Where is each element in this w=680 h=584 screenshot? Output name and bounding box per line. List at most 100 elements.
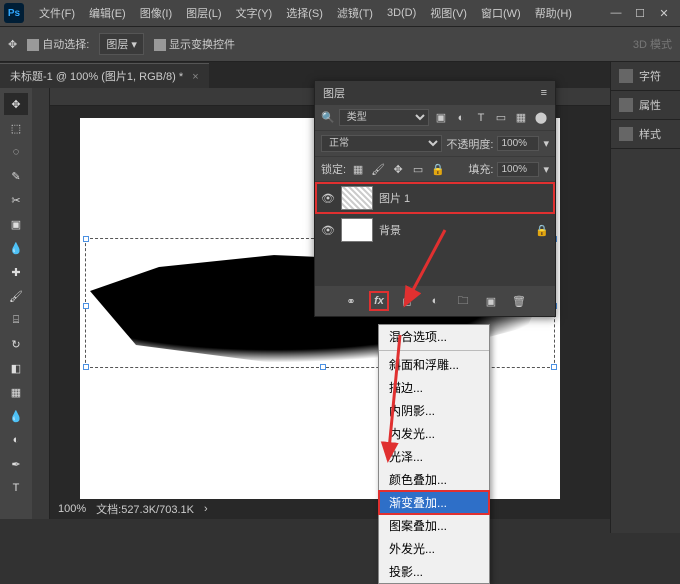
pen-tool[interactable]: ✒: [4, 453, 28, 475]
blur-tool[interactable]: 💧: [4, 405, 28, 427]
lock-pixels-icon[interactable]: 🖌: [370, 161, 386, 177]
quick-select-tool[interactable]: ✎: [4, 165, 28, 187]
fx-menu-item[interactable]: 颜色叠加...: [379, 468, 489, 491]
menu-select[interactable]: 选择(S): [279, 5, 330, 21]
layer-thumbnail[interactable]: [341, 218, 373, 242]
layers-panel-title: 图层: [323, 85, 345, 101]
fx-menu-item[interactable]: 斜面和浮雕...: [379, 353, 489, 376]
menu-separator: [379, 350, 489, 351]
tab-close-icon[interactable]: ×: [192, 71, 198, 83]
new-group-icon[interactable]: 🗀: [454, 292, 472, 310]
filter-shape-icon[interactable]: ▭: [493, 110, 509, 126]
history-brush-tool[interactable]: ↻: [4, 333, 28, 355]
right-panels: 字符 属性 样式: [610, 62, 680, 533]
layers-footer: ⚭ fx ◻ ◐ 🗀 ▣ 🗑: [315, 286, 555, 316]
styles-panel[interactable]: 样式: [611, 120, 680, 149]
autoselect-target[interactable]: 图层 ▾: [99, 33, 144, 55]
text-tool[interactable]: T: [4, 477, 28, 499]
search-icon: 🔍: [321, 111, 335, 124]
visibility-icon[interactable]: 👁: [321, 192, 335, 205]
fx-menu-item[interactable]: 图案叠加...: [379, 514, 489, 537]
fx-menu-item[interactable]: 外发光...: [379, 537, 489, 560]
fx-menu-item[interactable]: 光泽...: [379, 445, 489, 468]
layer-name[interactable]: 图片 1: [379, 190, 410, 206]
filter-smart-icon[interactable]: ▦: [513, 110, 529, 126]
fx-menu-item[interactable]: 混合选项...: [379, 325, 489, 348]
properties-panel[interactable]: 属性: [611, 91, 680, 120]
tab-title: 未标题-1 @ 100% (图片1, RGB/8) *: [10, 71, 183, 83]
delete-layer-icon[interactable]: 🗑: [510, 292, 528, 310]
menu-3d[interactable]: 3D(D): [380, 7, 423, 19]
layer-item[interactable]: 👁 背景 🔒: [315, 214, 555, 246]
lasso-tool[interactable]: ◌: [4, 141, 28, 163]
menu-image[interactable]: 图像(I): [133, 5, 179, 21]
maximize-button[interactable]: ☐: [628, 3, 652, 23]
document-tab[interactable]: 未标题-1 @ 100% (图片1, RGB/8) * ×: [0, 63, 209, 88]
layer-name[interactable]: 背景: [379, 222, 401, 238]
character-icon: [619, 69, 633, 83]
move-tool[interactable]: ✥: [4, 93, 28, 115]
gradient-tool[interactable]: ▦: [4, 381, 28, 403]
fx-menu-item[interactable]: 投影...: [379, 560, 489, 583]
crop-tool[interactable]: ✂: [4, 189, 28, 211]
stamp-tool[interactable]: ⌸: [4, 309, 28, 331]
app-logo: Ps: [4, 3, 24, 23]
autoselect-checkbox[interactable]: [27, 39, 39, 51]
healing-tool[interactable]: ✚: [4, 261, 28, 283]
dodge-tool[interactable]: ◐: [4, 429, 28, 451]
zoom-level[interactable]: 100%: [58, 503, 86, 515]
link-layers-icon[interactable]: ⚭: [342, 292, 360, 310]
brush-tool[interactable]: 🖌: [4, 285, 28, 307]
menu-help[interactable]: 帮助(H): [528, 5, 579, 21]
fill-label: 填充:: [468, 161, 493, 177]
menu-file[interactable]: 文件(F): [32, 5, 82, 21]
new-layer-icon[interactable]: ▣: [482, 292, 500, 310]
eraser-tool[interactable]: ◧: [4, 357, 28, 379]
fx-menu-item-gradient-overlay[interactable]: 渐变叠加...: [379, 491, 489, 514]
adjustment-layer-icon[interactable]: ◐: [426, 292, 444, 310]
fx-menu-item[interactable]: 内阴影...: [379, 399, 489, 422]
move-tool-icon[interactable]: ✥: [8, 38, 17, 51]
layer-item[interactable]: 👁 图片 1: [315, 182, 555, 214]
fx-menu-item[interactable]: 内发光...: [379, 422, 489, 445]
fx-menu-item[interactable]: 描边...: [379, 376, 489, 399]
lock-position-icon[interactable]: ✥: [390, 161, 406, 177]
status-bar: 100% 文档:527.3K/703.1K ›: [50, 499, 610, 519]
layer-list: 👁 图片 1 👁 背景 🔒: [315, 182, 555, 286]
window-controls: — ☐ ✕: [604, 3, 676, 23]
layers-panel: 图层≡ 🔍 类型 ▣ ◐ T ▭ ▦ ⬤ 正常 不透明度: ▾ 锁定: ▦ 🖌 …: [314, 80, 556, 317]
menu-edit[interactable]: 编辑(E): [82, 5, 133, 21]
filter-toggle-icon[interactable]: ⬤: [533, 110, 549, 126]
menu-window[interactable]: 窗口(W): [474, 5, 528, 21]
lock-transparent-icon[interactable]: ▦: [350, 161, 366, 177]
character-panel[interactable]: 字符: [611, 62, 680, 91]
minimize-button[interactable]: —: [604, 3, 628, 23]
lock-label: 锁定:: [321, 161, 346, 177]
menu-text[interactable]: 文字(Y): [229, 5, 280, 21]
fill-input[interactable]: [497, 162, 539, 177]
status-chevron-icon[interactable]: ›: [204, 503, 208, 515]
opacity-input[interactable]: [497, 136, 539, 151]
layer-filter-type[interactable]: 类型: [339, 109, 429, 126]
close-button[interactable]: ✕: [652, 3, 676, 23]
filter-text-icon[interactable]: T: [473, 110, 489, 126]
showcontrols-checkbox[interactable]: [154, 39, 166, 51]
eyedropper-tool[interactable]: 💧: [4, 237, 28, 259]
menu-filter[interactable]: 滤镜(T): [330, 5, 380, 21]
filter-adjust-icon[interactable]: ◐: [453, 110, 469, 126]
chevron-down-icon[interactable]: ▾: [543, 137, 549, 150]
lock-artboard-icon[interactable]: ▭: [410, 161, 426, 177]
layer-fx-button[interactable]: fx: [370, 292, 388, 310]
layer-thumbnail[interactable]: [341, 186, 373, 210]
layer-mask-icon[interactable]: ◻: [398, 292, 416, 310]
frame-tool[interactable]: ▣: [4, 213, 28, 235]
menu-view[interactable]: 视图(V): [423, 5, 474, 21]
filter-pixel-icon[interactable]: ▣: [433, 110, 449, 126]
lock-all-icon[interactable]: 🔒: [430, 161, 446, 177]
blend-mode-select[interactable]: 正常: [321, 135, 442, 152]
chevron-down-icon[interactable]: ▾: [543, 163, 549, 176]
panel-menu-icon[interactable]: ≡: [541, 87, 547, 99]
marquee-tool[interactable]: ⬚: [4, 117, 28, 139]
visibility-icon[interactable]: 👁: [321, 224, 335, 237]
menu-layer[interactable]: 图层(L): [179, 5, 228, 21]
